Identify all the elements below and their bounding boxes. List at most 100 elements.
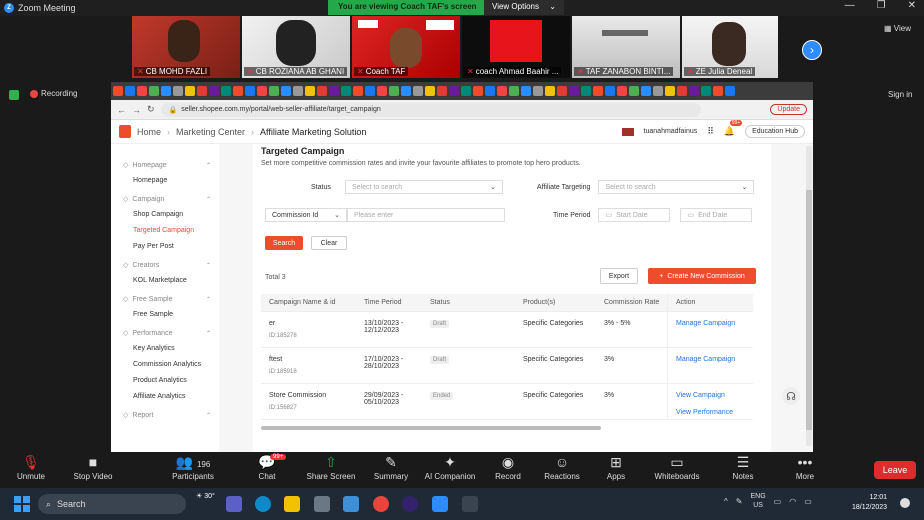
sidebar-item[interactable]: Commission Analytics — [123, 356, 219, 372]
browser-tab-favicon-icon[interactable] — [533, 86, 543, 96]
clear-button[interactable]: Clear — [311, 236, 347, 250]
browser-tab-favicon-icon[interactable] — [617, 86, 627, 96]
start-date-input[interactable]: ▭ Start Date — [598, 208, 671, 222]
browser-tab-favicon-icon[interactable] — [233, 86, 243, 96]
url-bar[interactable]: 🔒 seller.shopee.com.my/portal/web-seller… — [160, 102, 701, 117]
sidebar-item[interactable]: Key Analytics — [123, 340, 219, 356]
browser-tab-favicon-icon[interactable] — [509, 86, 519, 96]
view-button[interactable]: ▦ View — [884, 24, 911, 33]
participant-tile[interactable]: ✕ CB ROZIANA AB GHANI — [242, 16, 350, 78]
browser-tab-favicon-icon[interactable] — [569, 86, 579, 96]
browser-tab-favicon-icon[interactable] — [425, 86, 435, 96]
encryption-shield-icon[interactable] — [9, 90, 19, 100]
stop-video-button[interactable]: ■ Stop Video — [66, 454, 120, 481]
app-icon[interactable] — [402, 496, 418, 512]
browser-tab-favicon-icon[interactable] — [377, 86, 387, 96]
sidebar-item[interactable]: Pay Per Post — [123, 238, 219, 254]
sidebar-group-header[interactable]: ◇ Performance ⌃ — [123, 326, 219, 340]
ai-companion-button[interactable]: ✦ AI Companion — [416, 454, 484, 481]
maximize-icon[interactable]: ❐ — [877, 0, 886, 11]
app-icon[interactable] — [462, 496, 478, 512]
user-avatar[interactable] — [621, 127, 634, 136]
participant-tile[interactable]: ✕ coach Ahmad Baahir ... — [462, 16, 570, 78]
education-hub-button[interactable]: Education Hub — [745, 125, 805, 138]
browser-tab-favicon-icon[interactable] — [401, 86, 411, 96]
action-link[interactable]: Manage Campaign — [676, 356, 753, 363]
hourglass-app-icon[interactable] — [314, 496, 330, 512]
browser-tab-favicon-icon[interactable] — [413, 86, 423, 96]
browser-tab-favicon-icon[interactable] — [665, 86, 675, 96]
browser-tab-favicon-icon[interactable] — [629, 86, 639, 96]
browser-tab-favicon-icon[interactable] — [125, 86, 135, 96]
browser-tab-favicon-icon[interactable] — [113, 86, 123, 96]
view-options-button[interactable]: View Options ⌄ — [484, 0, 564, 15]
customer-service-icon[interactable]: ☊ — [782, 387, 800, 405]
commission-id-input[interactable]: Please enter — [347, 208, 505, 222]
sidebar-item[interactable]: Product Analytics — [123, 372, 219, 388]
sidebar-item[interactable]: Free Sample — [123, 306, 219, 322]
browser-tab-favicon-icon[interactable] — [473, 86, 483, 96]
browser-tab-favicon-icon[interactable] — [173, 86, 183, 96]
display-icon[interactable]: ▭ — [774, 497, 782, 506]
browser-tab-favicon-icon[interactable] — [293, 86, 303, 96]
browser-tab-favicon-icon[interactable] — [497, 86, 507, 96]
notification-bell-icon[interactable]: 🔔 99+ — [724, 120, 743, 137]
create-new-commission-button[interactable]: + Create New Commission — [648, 268, 756, 284]
commission-type-select[interactable]: Commission Id ⌄ — [265, 208, 347, 222]
taskbar-search[interactable]: ⌕ Search — [38, 494, 186, 514]
shopee-bag-icon[interactable] — [119, 125, 131, 138]
browser-tab-favicon-icon[interactable] — [521, 86, 531, 96]
username[interactable]: tuanahmadfainus — [644, 128, 698, 135]
browser-tab-favicon-icon[interactable] — [713, 86, 723, 96]
browser-tab-favicon-icon[interactable] — [701, 86, 711, 96]
participant-tile[interactable]: ✕ Coach TAF — [352, 16, 460, 78]
sidebar-group-header[interactable]: ◇ Report ⌃ — [123, 408, 219, 422]
sidebar-group-header[interactable]: ◇ Free Sample ⌃ — [123, 292, 219, 306]
chat-button[interactable]: 💬 Chat — [240, 454, 294, 481]
browser-tab-favicon-icon[interactable] — [725, 86, 735, 96]
participants-button[interactable]: 👥 196 Participants — [166, 454, 220, 481]
recording-indicator[interactable]: Recording — [30, 89, 77, 98]
taskbar-clock[interactable]: 12:01 18/12/2023 — [852, 493, 887, 513]
sidebar-group-header[interactable]: ◇ Homepage ⌃ — [123, 158, 219, 172]
search-button[interactable]: Search — [265, 236, 303, 250]
language-indicator[interactable]: ENG US — [750, 492, 765, 510]
record-button[interactable]: ◉ Record — [481, 454, 535, 481]
wifi-icon[interactable]: ◠ — [789, 497, 796, 506]
windows-start-icon[interactable] — [14, 496, 30, 512]
browser-tab-favicon-icon[interactable] — [245, 86, 255, 96]
action-link[interactable]: View Campaign — [676, 392, 753, 399]
breadcrumb-marketing-center[interactable]: Marketing Center — [176, 127, 245, 137]
breadcrumb-home[interactable]: Home — [137, 127, 161, 137]
browser-tab-favicon-icon[interactable] — [593, 86, 603, 96]
browser-tab-favicon-icon[interactable] — [449, 86, 459, 96]
browser-tab-favicon-icon[interactable] — [437, 86, 447, 96]
browser-tab-favicon-icon[interactable] — [485, 86, 495, 96]
browser-tab-favicon-icon[interactable] — [185, 86, 195, 96]
browser-tab-favicon-icon[interactable] — [281, 86, 291, 96]
browser-tab-favicon-icon[interactable] — [605, 86, 615, 96]
browser-tab-favicon-icon[interactable] — [161, 86, 171, 96]
browser-tab-favicon-icon[interactable] — [305, 86, 315, 96]
sidebar-item[interactable]: Targeted Campaign — [123, 222, 219, 238]
leave-button[interactable]: Leave — [874, 461, 916, 479]
chrome-icon[interactable] — [373, 496, 389, 512]
file-explorer-icon[interactable] — [284, 496, 300, 512]
edge-icon[interactable] — [255, 496, 271, 512]
scrollbar-thumb[interactable] — [806, 190, 812, 430]
browser-tab-favicon-icon[interactable] — [689, 86, 699, 96]
minimize-icon[interactable]: — — [845, 0, 855, 11]
browser-tab-favicon-icon[interactable] — [653, 86, 663, 96]
reactions-button[interactable]: ☺ Reactions — [535, 454, 589, 481]
sidebar-item[interactable]: KOL Marketplace — [123, 272, 219, 288]
back-icon[interactable]: ← — [117, 105, 126, 115]
sidebar-group-header[interactable]: ◇ Creators ⌃ — [123, 258, 219, 272]
participant-tile[interactable]: ✕ CB MOHD FAZLI — [132, 16, 240, 78]
affiliate-select[interactable]: Select to search ⌄ — [598, 180, 755, 194]
browser-tab-favicon-icon[interactable] — [677, 86, 687, 96]
action-link[interactable]: Manage Campaign — [676, 320, 753, 327]
browser-tab-favicon-icon[interactable] — [197, 86, 207, 96]
browser-tab-favicon-icon[interactable] — [329, 86, 339, 96]
page-vertical-scrollbar[interactable] — [806, 146, 812, 446]
browser-tab-favicon-icon[interactable] — [209, 86, 219, 96]
